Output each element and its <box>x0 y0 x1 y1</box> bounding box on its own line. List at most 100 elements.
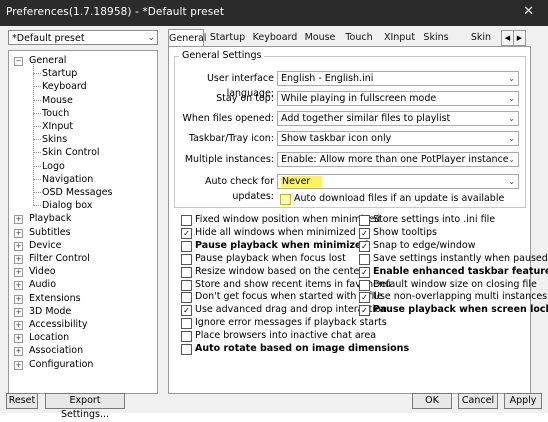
option-label-snap-to-edge-window: Snap to edge/window <box>373 239 476 251</box>
setting-combo-multiple-instances[interactable]: Enable: Allow more than one PotPlayer in… <box>277 152 519 167</box>
checkbox-snap-to-edge-window[interactable]: ✓ <box>359 240 370 252</box>
expand-icon[interactable]: + <box>14 360 23 370</box>
option-label-store-settings-into-ini-file: Store settings into .ini file <box>373 214 496 225</box>
tree-item-filter-control[interactable]: Filter Control <box>29 252 90 265</box>
expand-icon[interactable]: + <box>14 215 23 225</box>
checkbox-hide-all-windows-when-minimized[interactable]: ✓ <box>181 227 192 239</box>
tree-item-configuration[interactable]: Configuration <box>29 358 93 371</box>
setting-combo-taskbar-tray-icon[interactable]: Show taskbar icon only ⌄ <box>277 131 519 146</box>
tab-startup[interactable]: Startup <box>205 30 250 46</box>
expand-icon[interactable]: + <box>14 241 23 251</box>
tree-item-skin-control[interactable]: Skin Control <box>42 146 100 159</box>
checkbox-pause-playback-when-minimized[interactable] <box>181 240 192 252</box>
preset-dropdown[interactable]: *Default preset ⌄ <box>8 30 158 45</box>
title-bar: Preferences(1.7.18958) - *Default preset… <box>0 0 548 26</box>
tree-item-device[interactable]: Device <box>29 239 62 252</box>
expand-icon[interactable]: + <box>14 228 23 238</box>
checkbox-use-advanced-drag-and-drop-interaction[interactable]: ✓ <box>181 305 192 317</box>
checkbox-use-non-overlapping-multi-instances[interactable]: ✓ <box>359 292 370 304</box>
checkbox-save-settings-instantly-when-paused[interactable] <box>359 253 370 265</box>
option-label-show-tooltips: Show tooltips <box>373 226 437 238</box>
cancel-button[interactable]: Cancel <box>458 393 498 409</box>
tree-line <box>33 178 41 180</box>
setting-combo-when-files-opened[interactable]: Add together similar files to playlist ⌄ <box>277 111 519 126</box>
tree-item-keyboard[interactable]: Keyboard <box>42 80 87 93</box>
option-label-pause-playback-when-focus-lost: Pause playback when focus lost <box>195 252 346 264</box>
tree-item-extensions[interactable]: Extensions <box>29 292 81 305</box>
tree-item-general[interactable]: General <box>29 54 66 67</box>
close-icon[interactable]: ✕ <box>523 4 534 19</box>
tab-xinput[interactable]: XInput <box>380 30 419 46</box>
tree-item-navigation[interactable]: Navigation <box>42 173 93 186</box>
settings-tree[interactable]: − General Startup Keyboard Mouse Touch XInput S… <box>8 50 158 394</box>
tree-item-video[interactable]: Video <box>29 265 56 278</box>
tree-line <box>33 99 41 101</box>
export-settings-button[interactable]: Export Settings... <box>45 393 125 420</box>
tree-item-3d-mode[interactable]: 3D Mode <box>29 305 71 318</box>
preset-value: *Default preset <box>12 33 85 44</box>
expand-icon[interactable]: + <box>14 268 23 278</box>
tree-line <box>33 86 41 88</box>
option-label-ignore-error-messages-if-playback-starts: Ignore error messages if playback starts <box>195 317 387 329</box>
chevron-right-icon[interactable]: ▶ <box>513 30 526 46</box>
expand-icon[interactable]: + <box>14 321 23 330</box>
tree-line <box>33 139 41 141</box>
chevron-down-icon: ⌄ <box>147 33 155 43</box>
tree-item-skins[interactable]: Skins <box>42 133 67 146</box>
tree-item-mouse[interactable]: Mouse <box>42 94 73 107</box>
checkbox-store-and-show-recent-items-in-fav-menu[interactable] <box>181 279 192 291</box>
expand-icon[interactable]: + <box>14 255 23 264</box>
tree-item-accessibility[interactable]: Accessibility <box>29 318 87 331</box>
checkbox-place-browsers-into-inactive-chat-area[interactable] <box>181 331 192 343</box>
checkbox-default-window-size-on-closing-file[interactable] <box>359 279 370 291</box>
setting-label-when-files-opened: When files opened: <box>182 113 274 124</box>
tree-line <box>33 205 41 207</box>
tree-item-osd-messages[interactable]: OSD Messages <box>42 186 112 199</box>
tab-skins[interactable]: Skins <box>420 30 452 46</box>
tree-item-location[interactable]: Location <box>29 331 69 344</box>
checkbox-enable-enhanced-taskbar-features[interactable]: ✓ <box>359 266 370 278</box>
chevron-down-icon: ⌄ <box>508 94 515 103</box>
checkbox-pause-playback-when-screen-locked[interactable]: ✓ <box>359 305 370 317</box>
auto-download-checkbox[interactable] <box>280 194 291 205</box>
tab-mouse[interactable]: Mouse <box>301 30 339 46</box>
collapse-icon[interactable]: − <box>14 57 23 66</box>
checkbox-resize-window-based-on-the-center[interactable] <box>181 266 192 278</box>
checkbox-store-settings-into-ini-file[interactable] <box>359 215 370 226</box>
setting-value: While playing in fullscreen mode <box>281 93 437 104</box>
tree-line <box>33 112 41 114</box>
chevron-down-icon: ⌄ <box>508 177 515 186</box>
expand-icon[interactable]: + <box>14 347 23 357</box>
expand-icon[interactable]: + <box>14 334 23 344</box>
tab-touch[interactable]: Touch <box>339 30 379 46</box>
setting-combo-auto-check-for-updates[interactable]: Never ⌄ <box>277 174 519 189</box>
tab-keyboard[interactable]: Keyboard <box>250 30 300 46</box>
checkbox-auto-rotate-based-on-image-dimensions[interactable] <box>181 344 192 355</box>
checkbox-show-tooltips[interactable]: ✓ <box>359 227 370 239</box>
checkbox-don-t-get-focus-when-started-with-a-file[interactable] <box>181 292 192 304</box>
tree-item-xinput[interactable]: XInput <box>42 120 73 133</box>
apply-button[interactable]: Apply <box>504 393 542 409</box>
checkbox-ignore-error-messages-if-playback-starts[interactable] <box>181 318 192 330</box>
tree-item-subtitles[interactable]: Subtitles <box>29 226 71 239</box>
ok-button[interactable]: OK <box>412 393 452 409</box>
setting-value: Never <box>281 176 323 187</box>
checkbox-fixed-window-position-when-minimized[interactable] <box>181 215 192 226</box>
expand-icon[interactable]: + <box>14 294 23 304</box>
option-label-use-non-overlapping-multi-instances: Use non-overlapping multi instances <box>373 291 548 303</box>
setting-combo-stay-on-top[interactable]: While playing in fullscreen mode ⌄ <box>277 91 519 106</box>
setting-value: English - English.ini <box>281 73 374 84</box>
tab-general[interactable]: General <box>168 29 206 47</box>
tree-item-startup[interactable]: Startup <box>42 67 77 80</box>
tree-item-association[interactable]: Association <box>29 344 83 357</box>
expand-icon[interactable]: + <box>14 281 23 291</box>
tree-item-logo[interactable]: Logo <box>42 160 65 173</box>
reset-button[interactable]: Reset <box>6 393 38 409</box>
tree-item-audio[interactable]: Audio <box>29 278 56 291</box>
checkbox-pause-playback-when-focus-lost[interactable] <box>181 253 192 265</box>
tree-item-playback[interactable]: Playback <box>29 212 71 225</box>
expand-icon[interactable]: + <box>14 307 23 317</box>
tree-item-dialog-box[interactable]: Dialog box <box>42 199 92 212</box>
tree-item-touch[interactable]: Touch <box>42 107 69 120</box>
setting-combo-user-interface-language[interactable]: English - English.ini ⌄ <box>277 71 519 86</box>
